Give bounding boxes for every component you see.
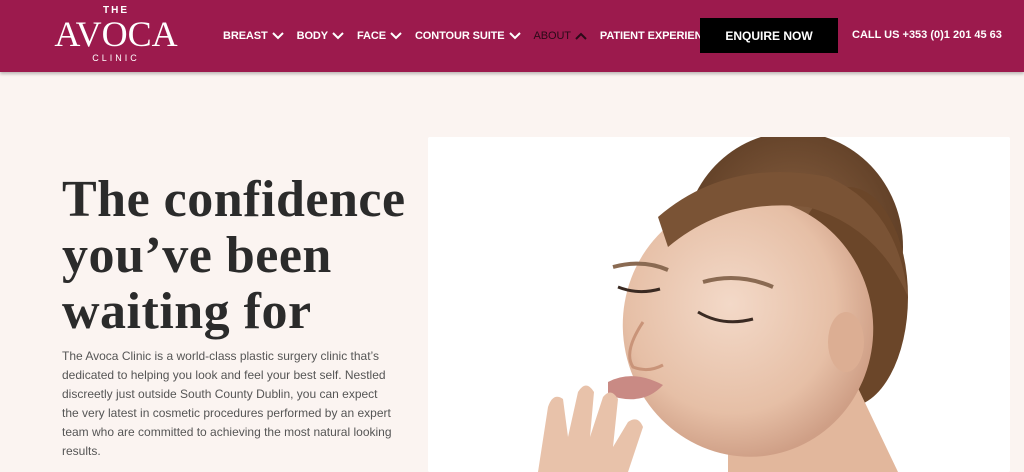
headline-line: you’ve been — [62, 227, 332, 284]
headline-line: waiting for — [62, 283, 312, 340]
nav-item-body[interactable]: BODY — [297, 30, 345, 42]
hero-headline: The confidence you’ve been waiting for — [62, 172, 462, 340]
nav-item-about[interactable]: ABOUT — [534, 30, 588, 42]
nav-item-label: ABOUT — [533, 30, 572, 42]
nav-item-label: BREAST — [223, 30, 268, 42]
enquire-now-button[interactable]: ENQUIRE NOW — [700, 18, 838, 53]
chevron-down-icon — [331, 31, 345, 41]
call-us-link[interactable]: CALL US +353 (0)1 201 45 63 — [852, 29, 1002, 41]
nav-item-label: FACE — [357, 30, 386, 42]
nav-item-breast[interactable]: BREAST — [223, 30, 285, 42]
clinic-logo[interactable]: THE AVOCA CLINIC — [48, 5, 184, 67]
hero-intro-text: The Avoca Clinic is a world-class plasti… — [62, 349, 392, 458]
site-header: THE AVOCA CLINIC BREAST BODY FACE CONTOU… — [0, 0, 1024, 72]
headline-line: The confidence — [62, 171, 406, 228]
nav-item-label: CONTOUR SUITE — [414, 30, 505, 42]
chevron-up-icon — [574, 31, 588, 41]
chevron-down-icon — [389, 31, 403, 41]
logo-name: AVOCA — [54, 14, 178, 54]
nav-item-contour-suite[interactable]: CONTOUR SUITE — [415, 30, 522, 42]
nav-item-face[interactable]: FACE — [357, 30, 403, 42]
chevron-down-icon — [508, 31, 522, 41]
nav-item-label: BODY — [296, 30, 329, 42]
chevron-down-icon — [271, 31, 285, 41]
hero-photo-woman — [428, 137, 1010, 472]
hero-photo-illustration — [428, 137, 1010, 472]
